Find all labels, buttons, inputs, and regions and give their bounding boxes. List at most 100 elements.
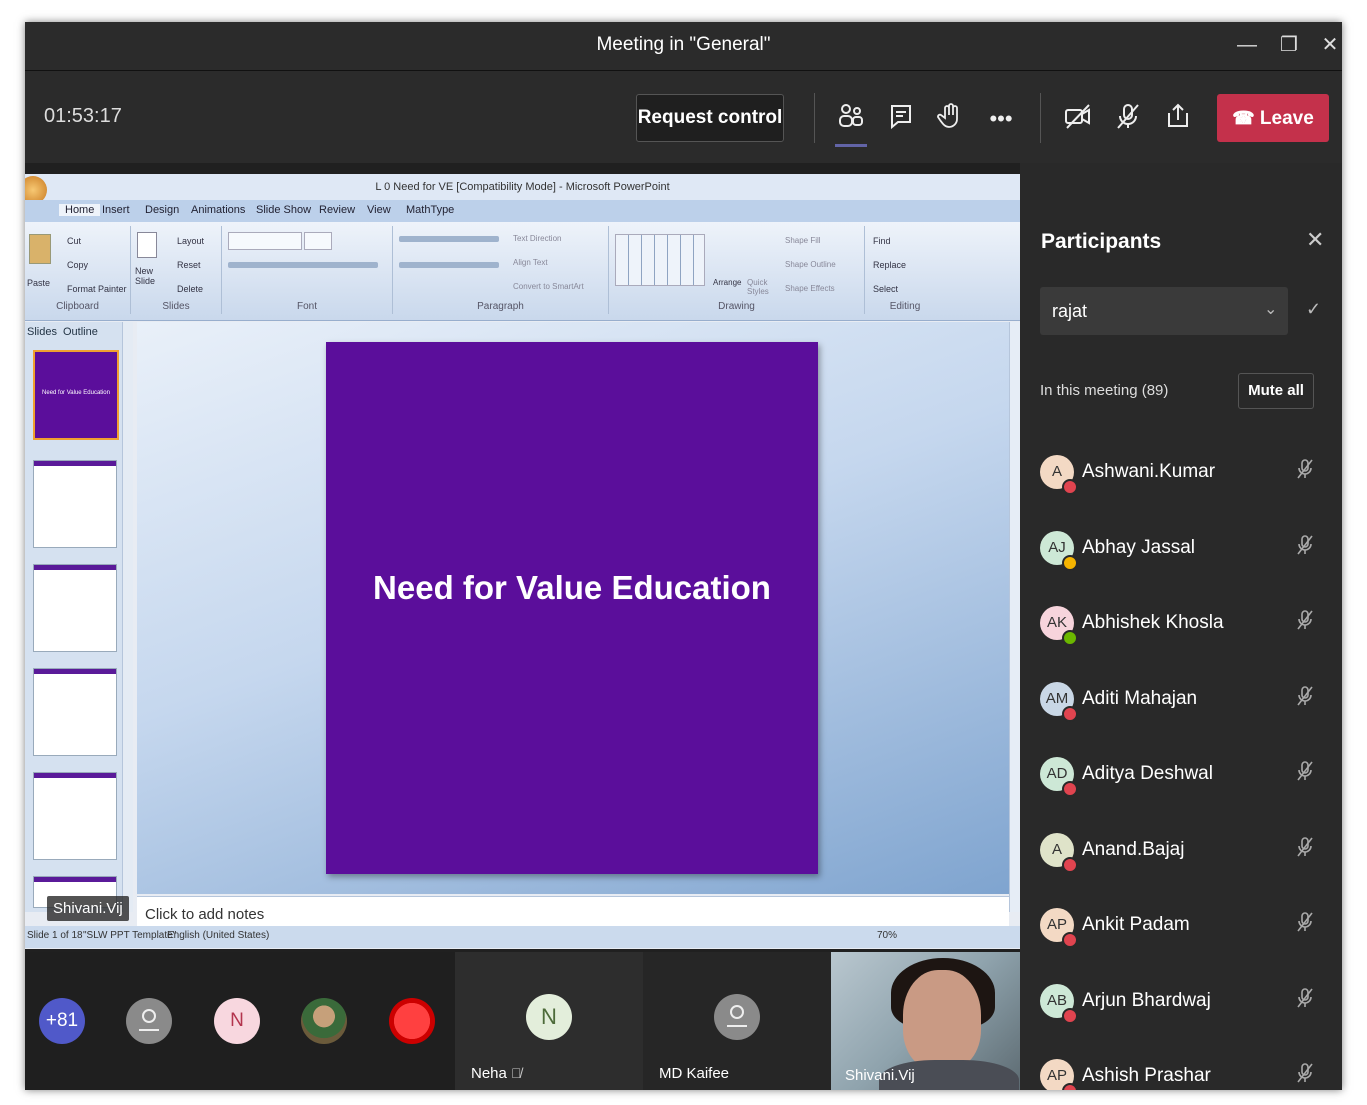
slide-thumbnail[interactable] — [33, 460, 117, 548]
shape-fill-button[interactable]: Shape Fill — [785, 236, 821, 245]
mic-off-icon[interactable] — [1294, 1061, 1316, 1090]
ribbon-group-label: Clipboard — [56, 301, 99, 312]
participant-row[interactable]: A Anand.Bajaj — [1040, 825, 1330, 879]
video-tile-md-kaifee[interactable]: MD Kaifee — [643, 952, 831, 1090]
ribbon-tab-design[interactable]: Design — [145, 204, 179, 216]
participants-icon[interactable] — [833, 101, 869, 137]
tab-outline[interactable]: Outline — [63, 326, 98, 338]
paste-icon[interactable] — [29, 234, 51, 264]
find-button[interactable]: Find — [873, 236, 891, 246]
mic-off-icon[interactable] — [1294, 533, 1316, 563]
current-slide[interactable]: Need for Value Education — [326, 342, 818, 874]
mic-off-icon[interactable] — [1110, 101, 1146, 137]
avatar-photo[interactable] — [301, 998, 347, 1044]
presence-status-icon — [1062, 705, 1078, 722]
ribbon-tab-review[interactable]: Review — [319, 204, 355, 216]
mic-off-icon[interactable] — [1294, 684, 1316, 714]
ribbon-tab-insert[interactable]: Insert — [102, 204, 130, 216]
presence-status-icon — [1062, 554, 1078, 571]
section-header[interactable]: In this meeting (89) — [1040, 382, 1168, 399]
ribbon-tab-mathtype[interactable]: MathType — [406, 204, 454, 216]
ribbon-tab-animations[interactable]: Animations — [191, 204, 245, 216]
check-icon[interactable]: ✓ — [1306, 299, 1321, 320]
convert-smartart-button[interactable]: Convert to SmartArt — [513, 282, 584, 291]
restore-icon[interactable]: ❐ — [1274, 30, 1304, 60]
reset-button[interactable]: Reset — [177, 260, 201, 270]
toolbar-divider — [1040, 93, 1041, 143]
close-icon[interactable]: ✕ — [1315, 30, 1342, 60]
participant-row[interactable]: AD Aditya Deshwal — [1040, 749, 1330, 803]
mic-off-icon[interactable] — [1294, 835, 1316, 865]
participant-row[interactable]: AK Abhishek Khosla — [1040, 598, 1330, 652]
tab-slides[interactable]: Slides — [27, 326, 57, 338]
ribbon-group-drawing: Arrange Quick Styles Shape Fill Shape Ou… — [609, 226, 865, 314]
zoom-level[interactable]: 70% — [877, 930, 897, 941]
camera-off-icon[interactable] — [1060, 101, 1096, 137]
participant-search-input[interactable] — [1040, 287, 1288, 335]
participant-row[interactable]: A Ashwani.Kumar — [1040, 447, 1330, 501]
avatar[interactable] — [126, 998, 172, 1044]
presence-status-icon — [1062, 630, 1078, 646]
mic-off-icon: 🎙̸ — [511, 1065, 522, 1081]
layout-button[interactable]: Layout — [177, 236, 204, 246]
ribbon-tab-slideshow[interactable]: Slide Show — [256, 204, 311, 216]
notes-placeholder: Click to add notes — [145, 906, 265, 923]
mute-all-button[interactable]: Mute all — [1238, 373, 1314, 409]
notes-pane[interactable]: Click to add notes — [137, 896, 1009, 929]
format-painter-button[interactable]: Format Painter — [67, 284, 127, 294]
canvas-scrollbar[interactable] — [1009, 322, 1020, 912]
chevron-down-icon[interactable]: ⌄ — [1264, 299, 1277, 319]
cut-button[interactable]: Cut — [67, 236, 81, 246]
align-text-button[interactable]: Align Text — [513, 258, 548, 267]
overflow-count[interactable]: +81 — [39, 998, 85, 1044]
ribbon-group-font: Font — [222, 226, 393, 314]
new-slide-icon[interactable] — [137, 232, 157, 258]
language: English (United States) — [167, 930, 270, 941]
shape-effects-button[interactable]: Shape Effects — [785, 284, 835, 293]
shape-outline-button[interactable]: Shape Outline — [785, 260, 836, 269]
slide-thumbnail[interactable]: Need for Value Education — [33, 350, 119, 440]
mic-off-icon[interactable] — [1294, 608, 1316, 638]
delete-button[interactable]: Delete — [177, 284, 203, 294]
more-options-icon[interactable]: ••• — [983, 101, 1019, 137]
raise-hand-icon[interactable] — [932, 101, 968, 137]
request-control-button[interactable]: Request control — [636, 94, 784, 142]
ribbon-tab-view[interactable]: View — [367, 204, 391, 216]
font-size-select[interactable] — [304, 232, 332, 250]
video-tile-shivani[interactable]: Shivani.Vij — [831, 952, 1020, 1090]
slide-thumbnail[interactable] — [33, 564, 117, 652]
font-name-select[interactable] — [228, 232, 302, 250]
chat-icon[interactable] — [883, 101, 919, 137]
participant-name: Abhay Jassal — [1082, 536, 1196, 558]
text-direction-button[interactable]: Text Direction — [513, 234, 561, 243]
slide-thumbnail[interactable] — [33, 772, 117, 860]
participant-row[interactable]: AJ Abhay Jassal — [1040, 523, 1330, 577]
avatar-badge[interactable] — [389, 998, 435, 1044]
leave-button[interactable]: ☎ Leave — [1217, 94, 1329, 142]
font-format-buttons[interactable] — [228, 262, 378, 268]
participant-row[interactable]: AP Ashish Prashar — [1040, 1051, 1330, 1090]
shapes-gallery[interactable] — [615, 234, 705, 286]
list-buttons[interactable] — [399, 236, 499, 242]
participant-row[interactable]: AB Arjun Bhardwaj — [1040, 976, 1330, 1030]
video-tile-neha[interactable]: N Neha 🎙̸ — [455, 952, 643, 1090]
share-tray-icon[interactable] — [1160, 101, 1196, 137]
quick-styles-button[interactable]: Quick Styles — [747, 278, 769, 296]
slides-panel-scrollbar[interactable] — [122, 322, 133, 912]
copy-button[interactable]: Copy — [67, 260, 88, 270]
mic-off-icon[interactable] — [1294, 986, 1316, 1016]
mic-off-icon[interactable] — [1294, 457, 1316, 487]
participant-row[interactable]: AM Aditi Mahajan — [1040, 674, 1330, 728]
close-icon[interactable]: ✕ — [1306, 227, 1324, 253]
participant-row[interactable]: AP Ankit Padam — [1040, 900, 1330, 954]
replace-button[interactable]: Replace — [873, 260, 906, 270]
avatar[interactable]: N — [214, 998, 260, 1044]
slide-thumbnail[interactable] — [33, 668, 117, 756]
minimize-icon[interactable]: — — [1232, 30, 1262, 60]
ribbon-tab-home[interactable]: Home — [59, 204, 101, 216]
align-buttons[interactable] — [399, 262, 499, 268]
mic-off-icon[interactable] — [1294, 759, 1316, 789]
arrange-button[interactable]: Arrange — [713, 278, 741, 287]
mic-off-icon[interactable] — [1294, 910, 1316, 940]
select-button[interactable]: Select — [873, 284, 898, 294]
